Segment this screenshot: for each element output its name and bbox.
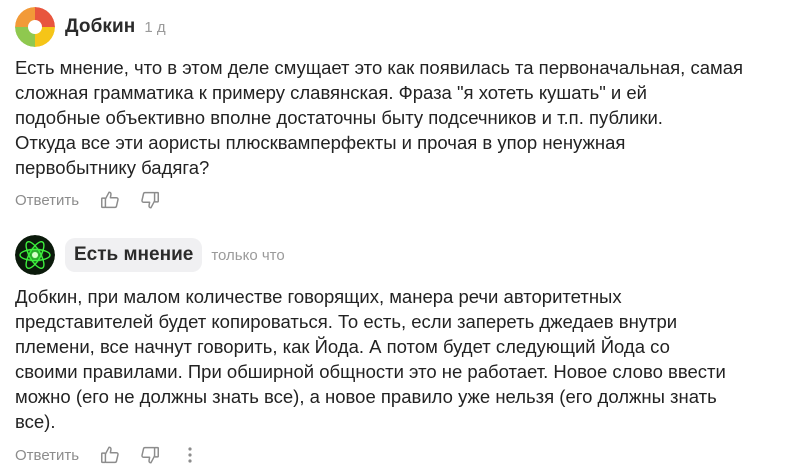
comment-text-line: сложная грамматика к примеру славянская.… — [15, 82, 648, 103]
comment-text: Есть мнение, что в этом деле смущает это… — [15, 55, 795, 180]
comment-text-line: племени, все начнут говорить, как Йода. … — [15, 336, 670, 357]
avatar[interactable] — [15, 7, 55, 47]
comment-actions: Ответить — [15, 442, 197, 468]
thumbs-down-icon[interactable] — [137, 187, 163, 213]
more-vertical-icon[interactable] — [183, 442, 197, 468]
reply-button[interactable]: Ответить — [15, 192, 79, 209]
author-name[interactable]: Есть мнение — [65, 238, 203, 272]
comment-text-line: Есть мнение, что в этом деле смущает это… — [15, 57, 744, 78]
comment-text-line: своими правилами. При обширной общности … — [15, 361, 726, 382]
avatar-image — [15, 7, 55, 47]
author-name[interactable]: Добкин — [65, 16, 135, 38]
comment-text-line: Добкин, при малом количестве говорящих, … — [15, 286, 622, 307]
comment-text-line: подобные объективно вполне достаточны бы… — [15, 107, 663, 128]
comment-header: Добкин 1 д — [15, 7, 166, 47]
comment-timestamp: только что — [211, 246, 285, 264]
comment-header: Есть мнение только что — [15, 235, 285, 275]
thumbs-down-icon[interactable] — [137, 442, 163, 468]
comment-text: Добкин, при малом количестве говорящих, … — [15, 284, 795, 434]
comment-timestamp: 1 д — [144, 18, 166, 36]
thumbs-up-icon[interactable] — [97, 442, 123, 468]
thumbs-up-icon[interactable] — [97, 187, 123, 213]
comment-actions: Ответить — [15, 187, 177, 213]
comment-text-line: представителей будет копироваться. То ес… — [15, 311, 678, 332]
comment-text-line: Откуда все эти аористы плюсквамперфекты … — [15, 132, 626, 153]
comment-text-line: все). — [15, 411, 56, 432]
avatar[interactable] — [15, 235, 55, 275]
atom-icon — [15, 235, 55, 275]
reply-button[interactable]: Ответить — [15, 447, 79, 464]
comment-text-line: можно (его не должны знать все), а новое… — [15, 386, 717, 407]
comment-text-line: первобытнику бадяга? — [15, 157, 210, 178]
